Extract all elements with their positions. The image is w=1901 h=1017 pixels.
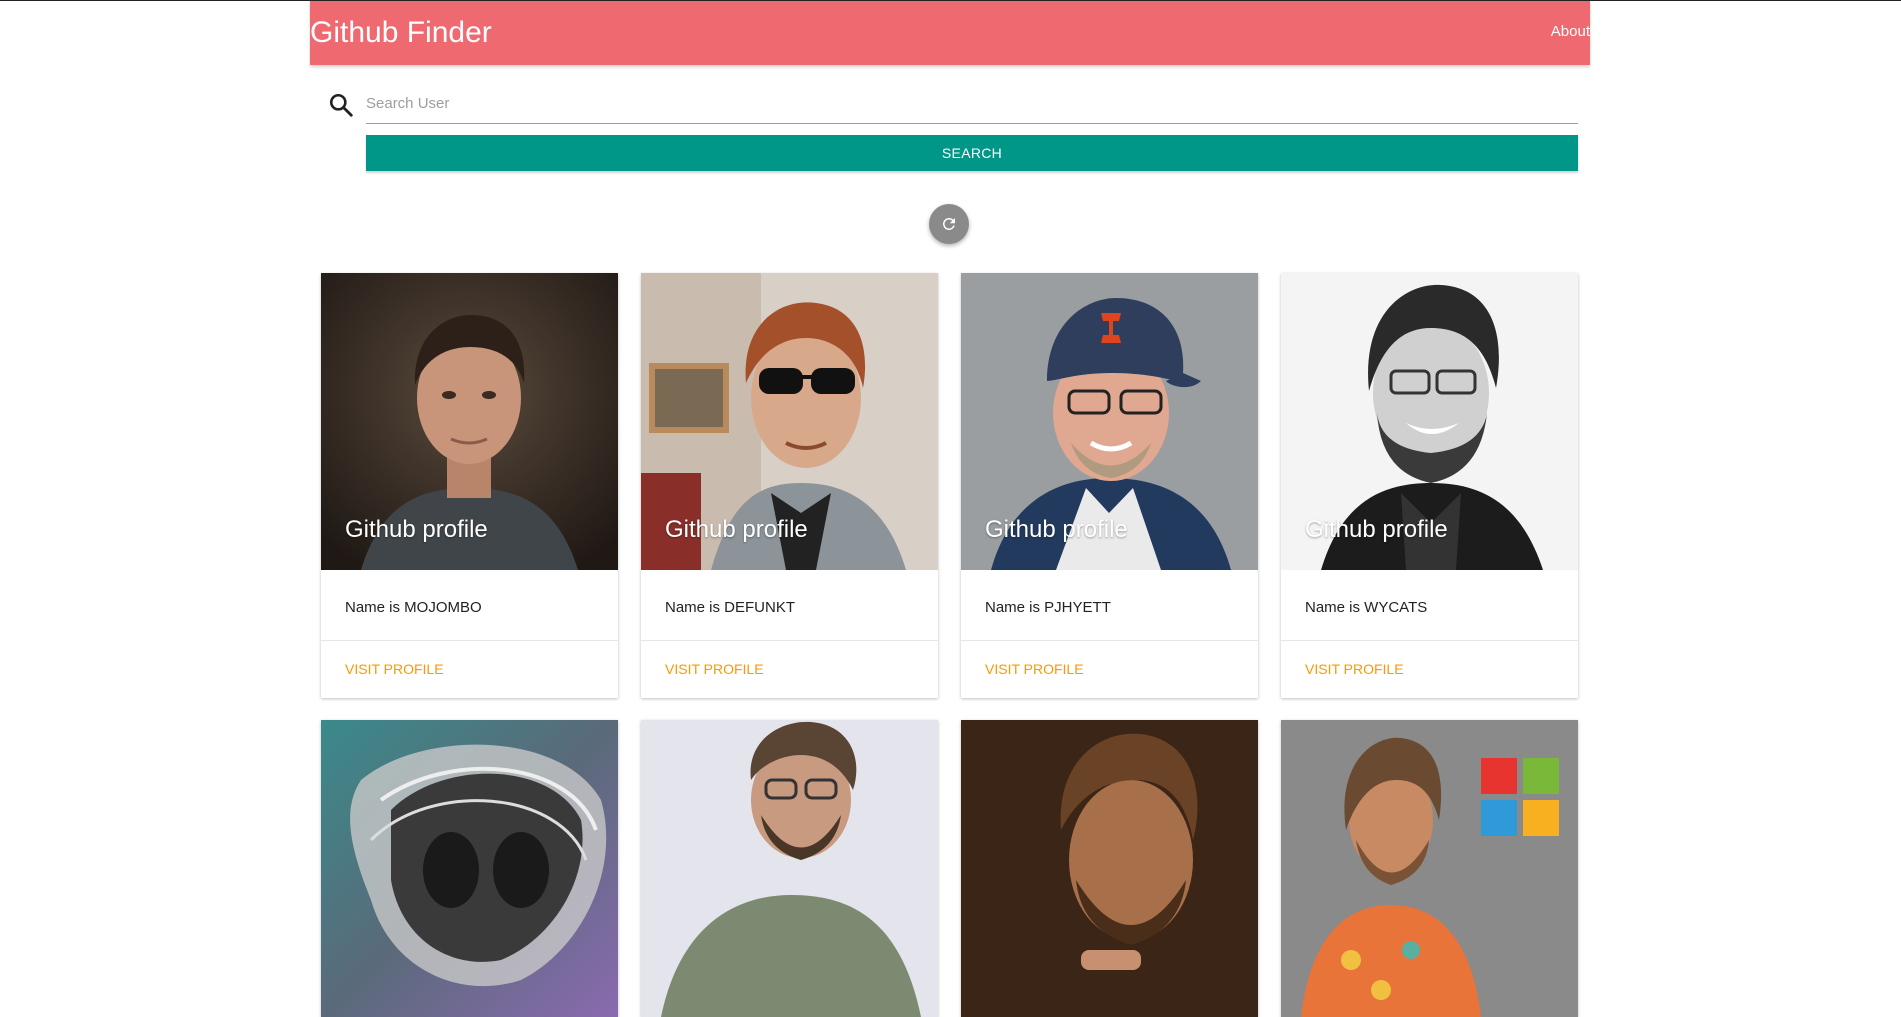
refresh-icon bbox=[943, 218, 955, 230]
card-action: VISIT PROFILE bbox=[641, 641, 938, 698]
card-action: VISIT PROFILE bbox=[1281, 641, 1578, 698]
avatar bbox=[321, 720, 618, 1017]
nav-link-about[interactable]: About bbox=[1551, 23, 1590, 40]
avatar bbox=[1281, 720, 1578, 1017]
visit-profile-link[interactable]: VISIT PROFILE bbox=[1305, 661, 1404, 677]
avatar: Github profile bbox=[641, 273, 938, 570]
card-action: VISIT PROFILE bbox=[321, 641, 618, 698]
avatar: Github profile bbox=[961, 273, 1258, 570]
visit-profile-link[interactable]: VISIT PROFILE bbox=[985, 661, 1084, 677]
avatar bbox=[641, 720, 938, 1017]
user-card: Github profile Name is DEFUNKT VISIT PRO… bbox=[641, 273, 938, 698]
card-content: Name is WYCATS bbox=[1281, 570, 1578, 641]
user-card: Github profile Name is MOJOMBO VISIT PRO… bbox=[321, 273, 618, 698]
visit-profile-link[interactable]: VISIT PROFILE bbox=[345, 661, 444, 677]
card-title: Github profile bbox=[665, 516, 808, 543]
avatar: Github profile bbox=[321, 273, 618, 570]
card-content: Name is MOJOMBO bbox=[321, 570, 618, 641]
card-title: Github profile bbox=[985, 516, 1128, 543]
visit-profile-link[interactable]: VISIT PROFILE bbox=[665, 661, 764, 677]
search-input[interactable] bbox=[366, 84, 1578, 124]
brand-logo[interactable]: Github Finder bbox=[310, 14, 492, 52]
card-title: Github profile bbox=[1305, 516, 1448, 543]
card-content: Name is PJHYETT bbox=[961, 570, 1258, 641]
avatar bbox=[961, 720, 1258, 1017]
user-card bbox=[641, 720, 938, 1017]
card-action: VISIT PROFILE bbox=[961, 641, 1258, 698]
user-card: Github profile Name is WYCATS VISIT PROF… bbox=[1281, 273, 1578, 698]
user-card bbox=[1281, 720, 1578, 1017]
search-button[interactable]: SEARCH bbox=[366, 135, 1578, 171]
refresh-button[interactable] bbox=[929, 204, 969, 244]
avatar: Github profile bbox=[1281, 273, 1578, 570]
page-container: Github Finder About SEARCH bbox=[310, 1, 1590, 1017]
user-card: Github profile Name is PJHYETT VISIT PRO… bbox=[961, 273, 1258, 698]
user-card bbox=[961, 720, 1258, 1017]
user-card bbox=[321, 720, 618, 1017]
search-row bbox=[310, 84, 1578, 128]
navbar: Github Finder About bbox=[310, 1, 1590, 65]
card-title: Github profile bbox=[345, 516, 488, 543]
search-icon bbox=[329, 93, 353, 117]
card-content: Name is DEFUNKT bbox=[641, 570, 938, 641]
